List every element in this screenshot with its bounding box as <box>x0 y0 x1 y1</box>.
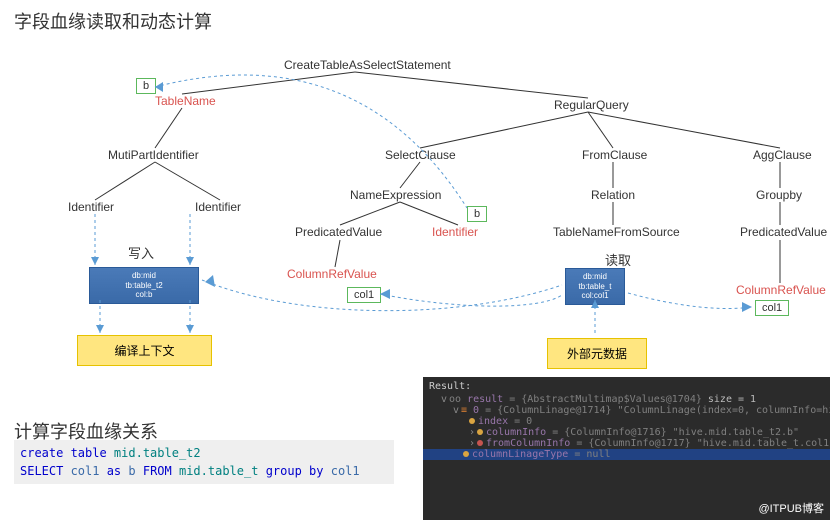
debug-row[interactable]: index = 0 <box>429 416 824 427</box>
watermark: @ITPUB博客 <box>758 500 824 516</box>
debug-row[interactable]: ›fromColumnInfo = {ColumnInfo@1717} "hiv… <box>429 438 824 449</box>
debug-row-selected[interactable]: columnLinageType = null <box>423 449 830 460</box>
debug-header: Result: <box>429 381 824 392</box>
debug-row[interactable]: v≡ 0 = {ColumnLinage@1714} "ColumnLinage… <box>429 405 824 416</box>
sql-block: create table mid.table_t2 SELECT col1 as… <box>14 440 394 484</box>
debug-row[interactable]: voo result = {AbstractMultimap$Values@17… <box>429 394 824 405</box>
sql-line-2: SELECT col1 as b FROM mid.table_t group … <box>20 462 388 480</box>
debugger-panel: Result: voo result = {AbstractMultimap$V… <box>423 377 830 520</box>
sql-line-1: create table mid.table_t2 <box>20 444 388 462</box>
debug-row[interactable]: ›columnInfo = {ColumnInfo@1716} "hive.mi… <box>429 427 824 438</box>
tree-edges <box>0 0 830 400</box>
